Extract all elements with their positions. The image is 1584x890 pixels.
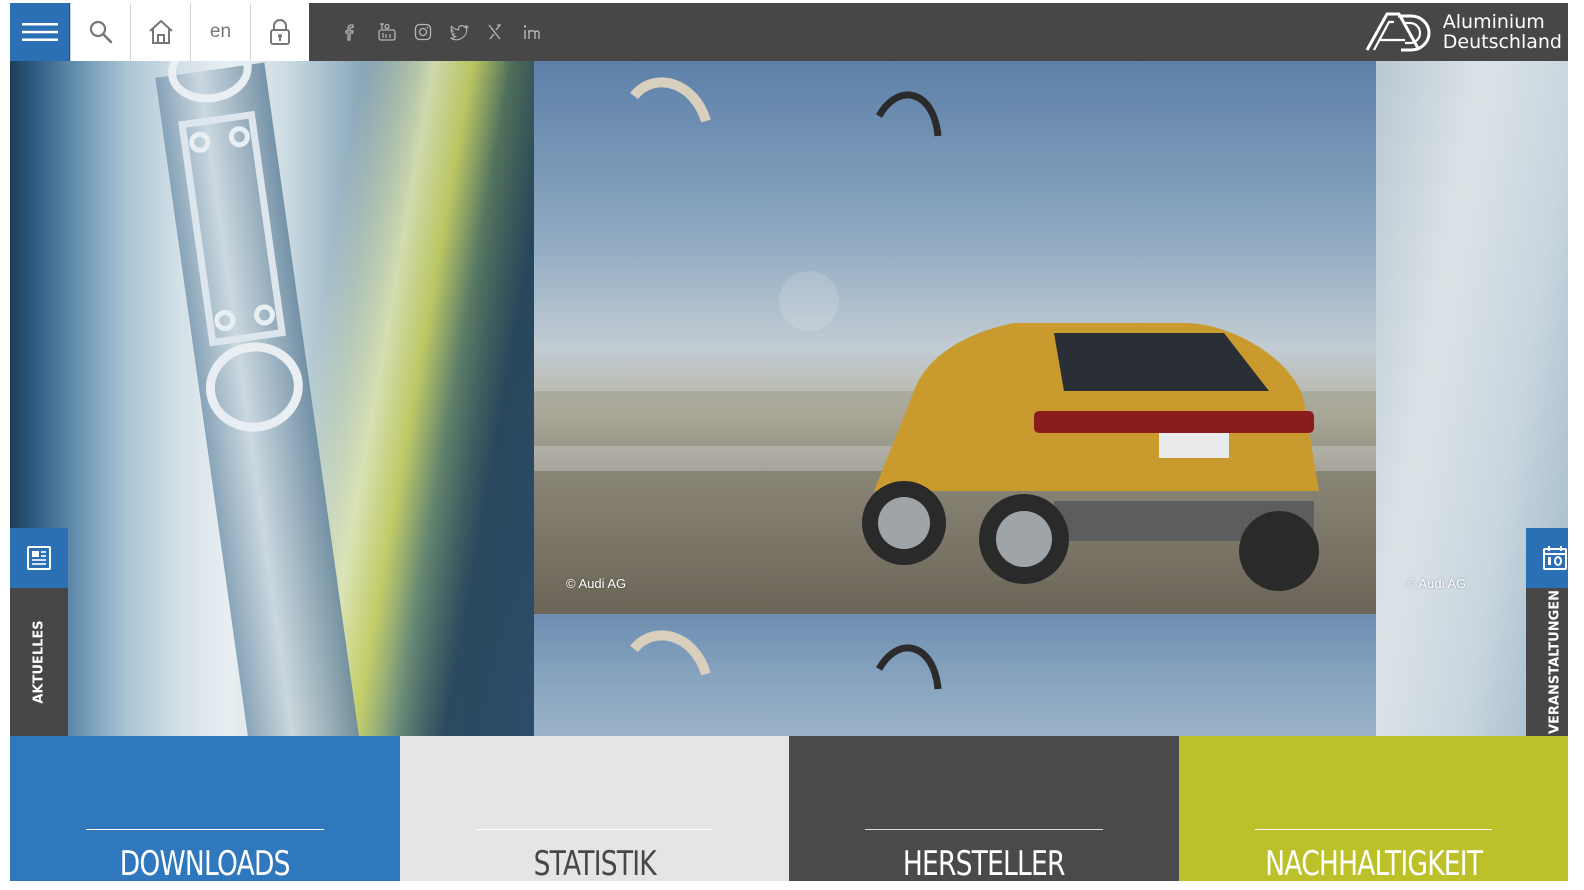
search-button[interactable] [70, 3, 130, 61]
photo-copyright-right: © Audi AG [1406, 576, 1467, 591]
aktuelles-label: AKTUELLES [31, 620, 47, 704]
twitter-icon [450, 24, 469, 41]
veranstaltungen-icon-box [1526, 528, 1568, 588]
tile-nachhaltigkeit[interactable]: NACHHALTIGKEIT [1178, 736, 1568, 881]
x-link[interactable] [480, 3, 510, 61]
kites-graphic [630, 630, 942, 690]
tile-rule [865, 829, 1103, 830]
language-button[interactable]: en [190, 3, 250, 61]
instagram-link[interactable] [408, 3, 438, 61]
tile-downloads-label: DOWNLOADS [119, 844, 291, 881]
tile-hersteller[interactable]: HERSTELLER [789, 736, 1179, 881]
tile-rule [86, 829, 324, 830]
newspaper-icon [27, 546, 51, 570]
tile-statistik[interactable]: STATISTIK [399, 736, 789, 881]
logo-line2: Deutschland [1442, 31, 1562, 53]
hamburger-menu-icon [21, 23, 58, 41]
aktuelles-icon-box [10, 528, 68, 588]
tile-rule [1254, 829, 1492, 830]
tile-rule [475, 829, 713, 830]
search-icon [89, 20, 112, 44]
tile-statistik-label: STATISTIK [533, 844, 656, 881]
calendar-icon [1543, 546, 1567, 570]
car-graphic [862, 323, 1319, 591]
ad-logo-mark-icon [1365, 12, 1431, 52]
category-tiles: DOWNLOADS STATISTIK HERSTELLER NACHHALTI… [10, 736, 1568, 881]
language-label: en [209, 21, 232, 42]
aktuelles-tab[interactable]: AKTUELLES [10, 528, 68, 736]
home-icon [148, 19, 173, 44]
veranstaltungen-label: VERANSTALTUNGEN [1547, 589, 1563, 735]
home-button[interactable] [130, 3, 190, 61]
instagram-icon [414, 23, 432, 41]
tile-hersteller-label: HERSTELLER [902, 844, 1066, 881]
facebook-icon [345, 24, 354, 41]
veranstaltungen-tab[interactable]: VERANSTALTUNGEN [1526, 528, 1568, 736]
aluminium-deutschland-logo[interactable]: Aluminium Deutschland [1365, 7, 1562, 57]
facebook-link[interactable] [336, 3, 366, 61]
login-button[interactable] [250, 3, 309, 61]
top-bar: en Aluminium Deutschland [10, 3, 1568, 61]
audi-beach-photo: © Audi AG [534, 61, 1376, 614]
linkedin-link[interactable] [516, 3, 546, 61]
hero-slider[interactable]: © Audi AG © Audi AG AKTUELLES VERANSTALT… [10, 61, 1568, 736]
next-slide-preview [534, 614, 1376, 736]
tile-downloads[interactable]: DOWNLOADS [10, 736, 400, 881]
photo-copyright: © Audi AG [566, 576, 627, 591]
beach-scene-graphic [534, 77, 1376, 591]
x-icon [488, 24, 501, 40]
tile-nachhaltigkeit-label: NACHHALTIGKEIT [1264, 844, 1483, 881]
twitter-link[interactable] [444, 3, 474, 61]
aluminium-profile-photo [10, 61, 534, 736]
lock-icon [270, 19, 290, 45]
logo-text: Aluminium Deutschland [1443, 12, 1562, 52]
page-frame: en Aluminium Deutschland © Audi AG © Aud… [10, 3, 1568, 881]
youtube-link[interactable] [372, 3, 402, 61]
veranstaltungen-label-box: VERANSTALTUNGEN [1526, 588, 1568, 736]
menu-button[interactable] [10, 3, 69, 61]
logo-line1: Aluminium [1442, 11, 1545, 33]
youtube-icon [378, 23, 396, 41]
extrusion-profile-graphic [155, 61, 362, 736]
aktuelles-label-box: AKTUELLES [10, 588, 68, 736]
linkedin-icon [523, 25, 540, 39]
